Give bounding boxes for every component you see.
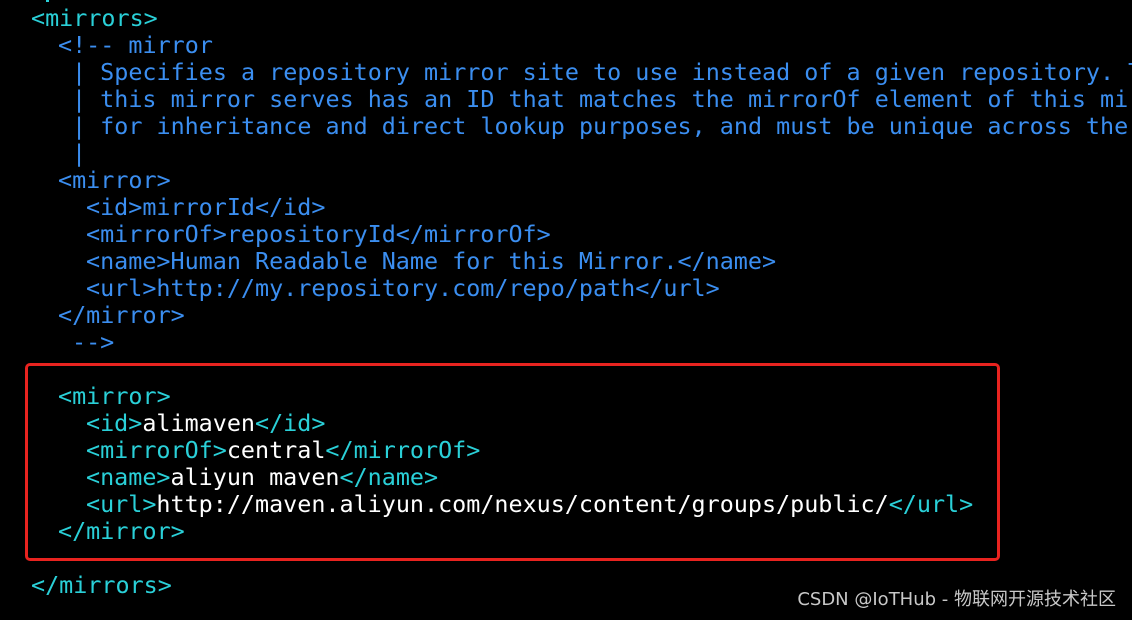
aliyun-mirror-mirrorof-line: <mirrorOf>central</mirrorOf>: [86, 437, 480, 464]
example-mirror-id: <id>mirrorId</id>: [86, 193, 326, 221]
aliyun-mirror-id-line: <id>alimaven</id>: [86, 410, 325, 437]
comment-line-2: | this mirror serves has an ID that matc…: [72, 85, 1132, 113]
mirrorof-open-tag: <mirrorOf>: [86, 436, 227, 464]
csdn-watermark: CSDN @IoTHub - 物联网开源技术社区: [797, 589, 1116, 610]
mirrors-open-tag: <mirrors>: [31, 4, 158, 32]
comment-line-3: | for inheritance and direct lookup purp…: [72, 112, 1129, 140]
example-mirror-url: <url>http://my.repository.com/repo/path<…: [86, 274, 720, 302]
comment-close: -->: [72, 328, 115, 356]
example-mirror-name: <name>Human Readable Name for this Mirro…: [86, 247, 777, 275]
example-mirror-mirrorof: <mirrorOf>repositoryId</mirrorOf>: [86, 220, 551, 248]
aliyun-mirror-close: </mirror>: [58, 517, 185, 545]
url-value: http://maven.aliyun.com/nexus/content/gr…: [156, 490, 889, 518]
comment-line-1: | Specifies a repository mirror site to …: [72, 58, 1132, 86]
mirrorof-value: central: [226, 436, 326, 464]
comment-open: <!-- mirror: [58, 31, 213, 59]
example-mirror-open: <mirror>: [58, 166, 171, 194]
partial-line-fragment: [46, 0, 49, 2]
aliyun-mirror-name-line: <name>aliyun maven</name>: [86, 464, 438, 491]
url-close-tag: </url>: [888, 490, 974, 518]
name-open-tag: <name>: [86, 463, 171, 491]
id-close-tag: </id>: [255, 409, 326, 437]
aliyun-mirror-url-line: <url>http://maven.aliyun.com/nexus/conte…: [86, 491, 973, 518]
aliyun-mirror-open: <mirror>: [58, 382, 171, 410]
name-value: aliyun maven: [170, 463, 340, 491]
mirrorof-close-tag: </mirrorOf>: [325, 436, 481, 464]
id-open-tag: <id>: [86, 409, 143, 437]
id-value: alimaven: [142, 409, 256, 437]
example-mirror-close: </mirror>: [58, 301, 185, 329]
name-close-tag: </name>: [339, 463, 439, 491]
mirrors-close-tag: </mirrors>: [31, 571, 172, 599]
comment-line-4: |: [72, 139, 87, 167]
terminal-window[interactable]: <mirrors> <!-- mirror | Specifies a repo…: [0, 0, 1132, 620]
url-open-tag: <url>: [86, 490, 157, 518]
